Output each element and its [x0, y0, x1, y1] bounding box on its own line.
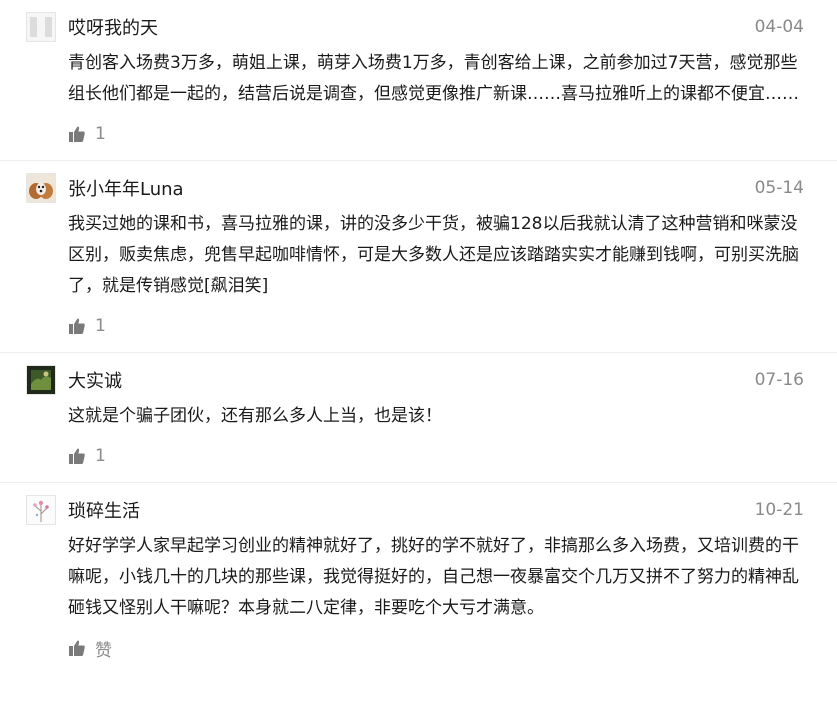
comment-author[interactable]: 琐碎生活 [68, 497, 755, 523]
like-button[interactable]: 1 [68, 442, 106, 482]
comment-text: 这就是个骗子团伙，还有那么多人上当，也是该！ [68, 406, 442, 426]
comment-date: 05-14 [754, 178, 804, 198]
landscape-photo-avatar-icon[interactable] [26, 365, 56, 395]
thumbs-up-icon [69, 640, 85, 656]
like-button[interactable]: 赞 [68, 634, 112, 674]
comment-date: 07-16 [754, 370, 804, 390]
comment-item: 哎呀我的天 04-04 青创客入场费3万多，萌姐上课，萌芽入场费1万多，青创客给… [0, 0, 837, 161]
comment-text: 我买过她的课和书，喜马拉雅的课，讲的没多少干货，被骗128以后我就认清了这种营销… [68, 214, 799, 296]
comment-header: 琐碎生活 10-21 [26, 495, 804, 525]
comment-item: 张小年年Luna 05-14 我买过她的课和书，喜马拉雅的课，讲的没多少干货，被… [0, 161, 837, 353]
comment-author[interactable]: 哎呀我的天 [68, 14, 755, 40]
comment-header: 张小年年Luna 05-14 [26, 173, 804, 203]
flower-sketch-avatar-icon[interactable] [26, 495, 56, 525]
comment-item: 琐碎生活 10-21 好好学学人家早起学习创业的精神就好了，挑好的学不就好了，非… [0, 483, 837, 674]
comment-text: 青创客入场费3万多，萌姐上课，萌芽入场费1万多，青创客给上课，之前参加过7天营，… [68, 53, 799, 104]
comment-header: 大实诚 07-16 [26, 365, 804, 395]
thumbs-up-icon [69, 126, 85, 142]
comment-author[interactable]: 大实诚 [68, 367, 755, 393]
comment-author[interactable]: 张小年年Luna [68, 175, 755, 201]
thumbs-up-icon [69, 448, 85, 464]
like-count: 1 [95, 124, 106, 144]
like-count: 1 [95, 446, 106, 466]
dog-photo-avatar-icon[interactable] [26, 173, 56, 203]
blank-avatar-icon[interactable] [26, 12, 56, 42]
comment-text: 好好学学人家早起学习创业的精神就好了，挑好的学不就好了，非搞那么多入场费，又培训… [68, 536, 799, 618]
comment-list: 哎呀我的天 04-04 青创客入场费3万多，萌姐上课，萌芽入场费1万多，青创客给… [0, 0, 837, 674]
comment-header: 哎呀我的天 04-04 [26, 12, 804, 42]
comment-date: 10-21 [754, 500, 804, 520]
like-button[interactable]: 1 [68, 120, 106, 160]
like-label: 赞 [95, 640, 112, 661]
like-button[interactable]: 1 [68, 312, 106, 352]
thumbs-up-icon [69, 318, 85, 334]
comment-item: 大实诚 07-16 这就是个骗子团伙，还有那么多人上当，也是该！ 1 [0, 353, 837, 483]
comment-date: 04-04 [754, 17, 804, 37]
like-count: 1 [95, 316, 106, 336]
